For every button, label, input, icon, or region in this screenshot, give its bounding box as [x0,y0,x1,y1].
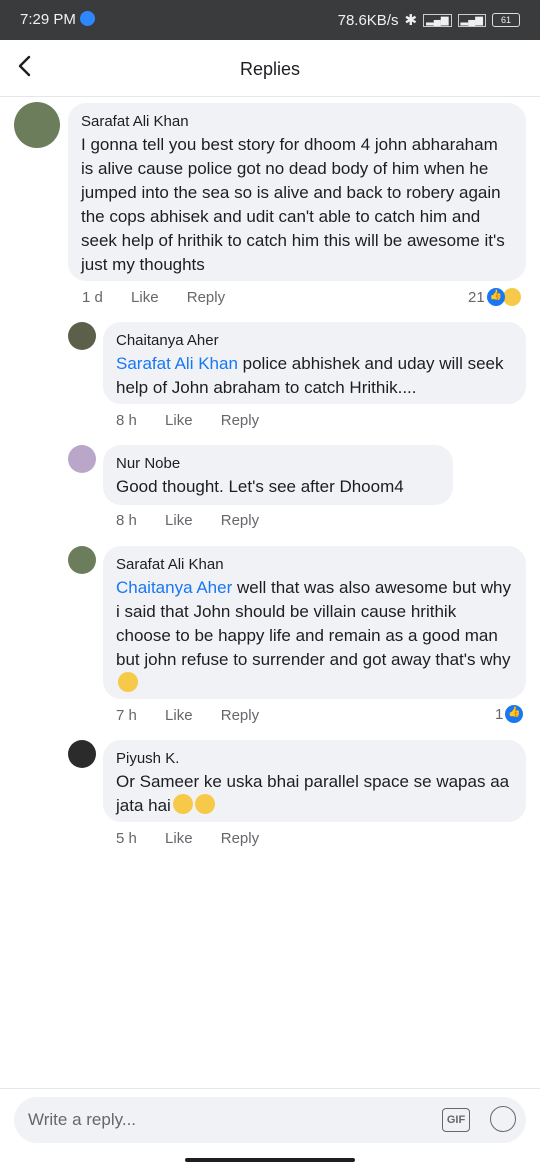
reaction-summary[interactable]: 21 [468,287,522,307]
reaction-summary[interactable]: 1 [495,705,524,723]
status-bar: 7:29 PM 78.6KB/s ✱ ▂▄▆ ▂▄▆ 61 [0,0,540,40]
reply-placeholder: Write a reply... [28,1110,137,1129]
signal-icon-2: ▂▄▆ [457,13,486,27]
like-reaction-icon [486,288,505,306]
header: Replies [0,40,540,97]
reply-input[interactable]: Write a reply... GIF [14,1097,526,1143]
page-title: Replies [239,59,301,79]
reply-button[interactable]: Reply [221,830,259,847]
avatar[interactable] [68,322,96,350]
mention-link[interactable]: Chaitanya Aher [116,578,232,597]
gif-button[interactable]: GIF [442,1108,470,1132]
comment-author[interactable]: Sarafat Ali Khan [116,556,512,573]
avatar[interactable] [14,102,60,148]
reply-button[interactable]: Reply [221,412,259,429]
comment-text: Good thought. Let's see after Dhoom4 [116,477,404,496]
like-button[interactable]: Like [165,412,193,429]
laughing-emoji-icon [172,794,193,814]
battery-icon: 61 [492,13,520,27]
comment-author[interactable]: Nur Nobe [116,455,439,472]
reply-button[interactable]: Reply [221,707,259,724]
avatar[interactable] [68,740,96,768]
comment-time: 7 h [116,707,137,724]
laughing-emoji-icon [194,794,215,814]
like-button[interactable]: Like [165,512,193,529]
home-indicator [185,1158,355,1162]
comment-actions: 7 h Like Reply [116,707,283,724]
comment-text: Or Sameer ke uska bhai parallel space se… [116,770,512,818]
like-button[interactable]: Like [165,830,193,847]
avatar[interactable] [68,445,96,473]
comment-text: I gonna tell you best story for dhoom 4 … [81,135,505,274]
reaction-count: 1 [495,705,504,723]
status-icons: 78.6KB/s ✱ ▂▄▆ ▂▄▆ 61 [338,11,520,29]
comment-time: 8 h [116,512,137,529]
comment-bubble: Sarafat Ali Khan Chaitanya Aher well tha… [103,546,526,699]
network-speed: 78.6KB/s [337,11,399,29]
comment-actions: 5 h Like Reply [116,830,283,847]
comment-bubble: Nur Nobe Good thought. Let's see after D… [103,445,453,505]
comment-author[interactable]: Piyush K. [116,750,512,767]
like-button[interactable]: Like [165,707,193,724]
comment-text: Sarafat Ali Khan police abhishek and uda… [116,352,512,400]
haha-reaction-icon [501,287,522,307]
comment-time: 5 h [116,830,137,847]
wink-tongue-emoji-icon [118,672,138,692]
download-icon [80,11,95,26]
comment-text: Chaitanya Aher well that was also awesom… [116,576,512,696]
comment-author[interactable]: Chaitanya Aher [116,332,512,349]
avatar[interactable] [68,546,96,574]
mention-link[interactable]: Sarafat Ali Khan [116,354,238,373]
comment-author[interactable]: Sarafat Ali Khan [81,113,512,130]
like-button[interactable]: Like [131,289,159,306]
like-reaction-icon [505,705,524,723]
comment-actions: 8 h Like Reply [116,512,283,529]
bluetooth-icon: ✱ [404,12,418,29]
emoji-icon[interactable] [490,1106,516,1132]
replies-sheet: Replies Sarafat Ali Khan I gonna tell yo… [0,40,540,1170]
reply-button[interactable]: Reply [187,289,225,306]
signal-icon: ▂▄▆ [423,13,452,27]
comment-bubble: Piyush K. Or Sameer ke uska bhai paralle… [103,740,526,822]
reaction-count: 21 [468,288,485,306]
reply-button[interactable]: Reply [221,512,259,529]
comment-actions: 1 d Like Reply [82,289,249,306]
comment-time: 8 h [116,412,137,429]
comment-actions: 8 h Like Reply [116,412,283,429]
comment-bubble: Chaitanya Aher Sarafat Ali Khan police a… [103,322,526,404]
comment-bubble: Sarafat Ali Khan I gonna tell you best s… [68,103,526,281]
comment-time: 1 d [82,289,103,306]
status-time: 7:29 PM [20,11,76,28]
